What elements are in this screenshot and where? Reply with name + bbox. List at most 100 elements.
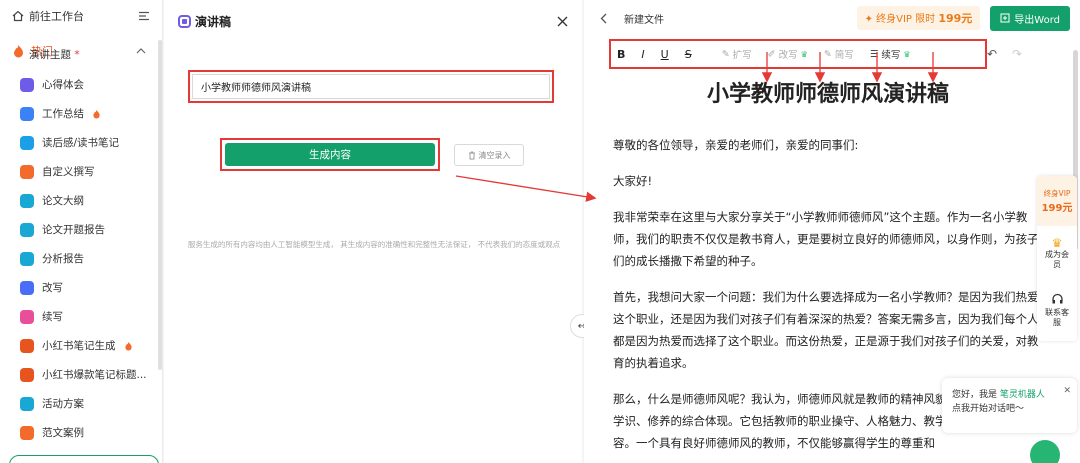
- shorten-button[interactable]: ✎ 简写: [823, 47, 854, 62]
- sidebar-item-label: 续写: [42, 311, 63, 323]
- sparkle-icon: ✦: [864, 14, 873, 25]
- continue-button[interactable]: ☰ 续写 ♛: [869, 47, 911, 62]
- topic-label: 演讲主题 *: [29, 49, 80, 61]
- undo-icon[interactable]: ↶: [987, 47, 997, 61]
- app-logo-icon: [178, 14, 191, 28]
- sidebar-item[interactable]: 读后感/读书笔记: [0, 128, 162, 157]
- section-hot[interactable]: 热门: [0, 32, 162, 70]
- document-name[interactable]: 新建文件: [624, 11, 664, 26]
- plan-icon: [20, 396, 34, 411]
- continue-icon: ☰: [869, 48, 879, 60]
- continue-icon: [20, 309, 34, 324]
- sidebar-item[interactable]: 活动方案: [0, 389, 162, 418]
- crown-icon: ♛: [903, 49, 911, 59]
- bold-button[interactable]: B: [617, 48, 625, 61]
- close-icon[interactable]: [557, 16, 568, 27]
- expand-button[interactable]: ✎ 扩写: [721, 47, 752, 62]
- generate-button[interactable]: 生成内容: [225, 143, 435, 166]
- sidebar-item-label: 论文开题报告: [42, 224, 105, 236]
- back-chevron-icon[interactable]: [600, 13, 608, 24]
- sidebar-item[interactable]: 自定义撰写: [0, 157, 162, 186]
- format-toolbar: B I U S ✎ 扩写 ✐ 改写 ♛ ✎ 简写 ☰ 续写 ♛: [609, 39, 987, 69]
- rewrite-button[interactable]: ✐ 改写 ♛: [767, 47, 808, 62]
- bot-name: 笔灵机器人: [999, 390, 1045, 400]
- sidebar-item[interactable]: 改写: [0, 273, 162, 302]
- sidebar-item-label: 读后感/读书笔记: [42, 137, 120, 149]
- disclaimer-text: 服务生成的所有内容均由人工智能模型生成， 其生成内容的准确性和完整性无法保证， …: [187, 240, 561, 249]
- editor-header: 新建文件 ✦ 终身VIP 限时 199元 导出Word: [584, 0, 1080, 36]
- hot-fire-icon: [124, 341, 132, 350]
- chevron-up-icon[interactable]: [136, 47, 146, 55]
- sidebar-list: 心得体会工作总结读后感/读书笔记 自定义撰写论文大纲论文开题报告 分析报告改写续写小…: [0, 70, 162, 447]
- sidebar-item[interactable]: 小红书爆款笔记标题...: [0, 360, 162, 389]
- outline-icon: [20, 193, 34, 208]
- collapse-menu-icon[interactable]: [138, 10, 150, 22]
- sidebar-item[interactable]: 范文案例: [0, 418, 162, 447]
- sidebar-item[interactable]: 论文大纲: [0, 186, 162, 215]
- crown-icon: ♛: [1051, 236, 1063, 250]
- sidebar-item[interactable]: 小红书笔记生成: [0, 331, 162, 360]
- clear-button[interactable]: 清空录入: [454, 144, 524, 166]
- document-title: 小学教师师德师风演讲稿: [706, 82, 949, 107]
- sidebar-item[interactable]: 续写: [0, 302, 162, 331]
- paragraph: 我非常荣幸在这里与大家分享关于“小学教师师德师风”这个主题。作为一名小学教师，我…: [613, 210, 1039, 268]
- headset-icon: [1051, 293, 1063, 303]
- fire-icon: [20, 164, 34, 179]
- paragraph: 大家好!: [613, 174, 653, 188]
- topic-input[interactable]: 小学教师师德师风演讲稿: [192, 74, 550, 99]
- sidebar-item-label: 范文案例: [42, 427, 84, 439]
- sidebar-item[interactable]: 论文开题报告: [0, 215, 162, 244]
- redo-icon[interactable]: ↷: [1012, 47, 1022, 61]
- sidebar: 前往工作台 热门 心得体会工作总结读后感/读书笔记 自定义撰写论文大纲论文开题报告…: [0, 0, 163, 463]
- sidebar-item[interactable]: 心得体会: [0, 70, 162, 99]
- back-label: 前往工作台: [29, 10, 84, 23]
- fire-icon: [20, 425, 34, 440]
- chat-bot-avatar-icon[interactable]: [1030, 440, 1060, 463]
- panel-title: 演讲稿: [195, 14, 232, 29]
- briefcase-icon: [20, 106, 34, 121]
- float-vip-button[interactable]: 终身VIP 199元: [1037, 176, 1077, 226]
- fire-icon: [14, 45, 23, 58]
- sidebar-item-label: 工作总结: [42, 108, 84, 120]
- italic-button[interactable]: I: [641, 48, 644, 61]
- floating-side-bar: 终身VIP 199元 ♛ 成为会员 联系客服: [1037, 176, 1077, 341]
- required-mark: *: [74, 49, 80, 61]
- vip-promo-badge[interactable]: ✦ 终身VIP 限时 199元: [856, 6, 981, 30]
- sidebar-item-label: 自定义撰写: [42, 166, 95, 178]
- report-icon: [20, 222, 34, 237]
- pen-icon: ✎: [823, 48, 832, 60]
- sidebar-bottom-button[interactable]: [9, 455, 159, 463]
- hot-fire-icon: [93, 109, 100, 118]
- sidebar-item-label: 改写: [42, 282, 63, 294]
- contact-service-button[interactable]: 联系客服: [1037, 282, 1077, 338]
- generate-highlight: 生成内容: [220, 138, 440, 171]
- crown-icon: ♛: [800, 49, 808, 59]
- paragraph: 首先，我想问大家一个问题：我们为什么要选择成为一名小学教师？是因为我们热爱这个职…: [613, 290, 1039, 370]
- sidebar-item-label: 论文大纲: [42, 195, 84, 207]
- pen-icon: ✎: [721, 48, 730, 60]
- sidebar-item[interactable]: 分析报告: [0, 244, 162, 273]
- xhs-icon: [20, 338, 34, 353]
- book-icon: [20, 135, 34, 150]
- sidebar-item-label: 心得体会: [42, 79, 84, 91]
- underline-button[interactable]: U: [661, 48, 669, 61]
- sidebar-header: 前往工作台: [0, 0, 162, 32]
- export-icon: [1000, 13, 1010, 23]
- sidebar-item-label: 分析报告: [42, 253, 84, 265]
- sidebar-scrollbar[interactable]: [158, 40, 162, 370]
- sidebar-item-label: 小红书爆款笔记标题...: [42, 369, 147, 381]
- close-icon[interactable]: ✕: [1063, 384, 1071, 398]
- export-word-button[interactable]: 导出Word: [990, 5, 1070, 31]
- xhs-icon: [20, 367, 34, 382]
- back-to-workspace-link[interactable]: 前往工作台: [12, 8, 84, 24]
- trash-icon: [468, 151, 475, 159]
- sidebar-item-label: 活动方案: [42, 398, 84, 410]
- become-member-button[interactable]: ♛ 成为会员: [1037, 226, 1077, 282]
- rewrite-icon: [20, 280, 34, 295]
- chat-bot-popup[interactable]: ✕ 您好，我是 笔灵机器人 点我开始对话吧～: [942, 378, 1077, 433]
- strikethrough-button[interactable]: S: [685, 48, 692, 61]
- sidebar-item[interactable]: 工作总结: [0, 99, 162, 128]
- wand-icon: ✐: [767, 48, 776, 60]
- panel-header: 演讲稿: [164, 0, 582, 42]
- paragraph: 尊敬的各位领导，亲爱的老师们，亲爱的同事们:: [613, 138, 859, 152]
